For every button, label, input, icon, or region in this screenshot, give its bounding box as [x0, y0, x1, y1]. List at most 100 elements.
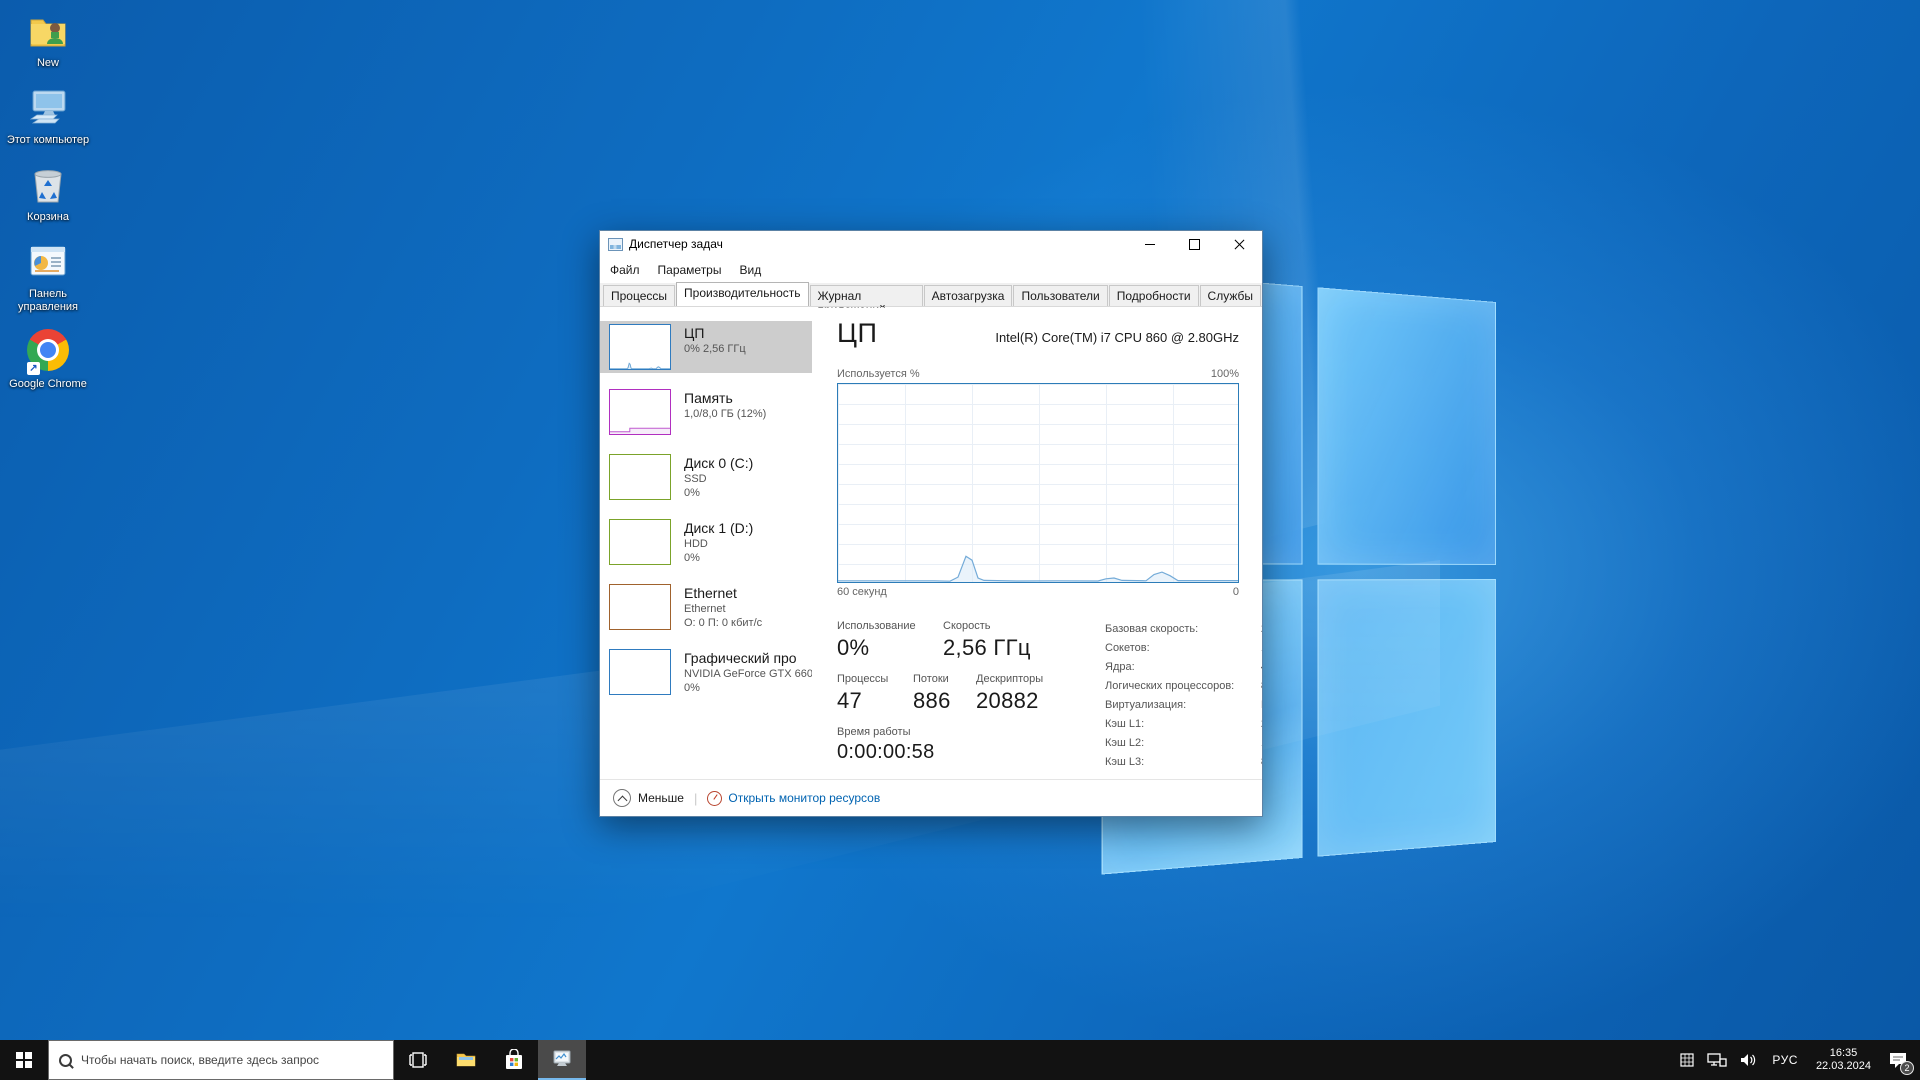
- computer-icon: [25, 85, 71, 131]
- desktop-icon-label: Этот компьютер: [6, 134, 90, 147]
- menu-file[interactable]: Файл: [601, 259, 649, 281]
- maximize-button[interactable]: [1172, 231, 1217, 257]
- uptime-label: Время работы: [837, 726, 935, 738]
- graph-metric-label: Используется %: [837, 368, 920, 380]
- task-manager-app-icon: [608, 238, 623, 251]
- clock[interactable]: 16:35 22.03.2024: [1807, 1040, 1880, 1080]
- sidebar-item-cpu[interactable]: ЦП 0% 2,56 ГГц: [600, 321, 812, 373]
- tab-services[interactable]: Службы: [1200, 285, 1261, 306]
- microsoft-store-button[interactable]: [490, 1040, 538, 1080]
- fewer-details-button[interactable]: Меньше: [638, 791, 684, 805]
- collapse-chevron-icon[interactable]: [613, 789, 631, 807]
- menu-view[interactable]: Вид: [730, 259, 770, 281]
- sidebar-disk1-usage: 0%: [684, 551, 753, 565]
- uptime-value: 0:00:00:58: [837, 741, 935, 764]
- sidebar-memory-title: Память: [684, 390, 766, 407]
- microsoft-store-icon: [504, 1049, 524, 1071]
- sidebar-disk1-title: Диск 1 (D:): [684, 520, 753, 537]
- desktop-icon-google-chrome[interactable]: ↗ Google Chrome: [6, 329, 90, 391]
- detail-label: Сокетов:: [1105, 639, 1150, 658]
- tab-users[interactable]: Пользователи: [1013, 285, 1107, 306]
- sidebar-item-gpu[interactable]: Графический про NVIDIA GeForce GTX 660 0…: [600, 646, 812, 698]
- desktop-icon-label: Корзина: [6, 211, 90, 224]
- detail-value: В...: [1261, 696, 1262, 715]
- detail-label: Базовая скорость:: [1105, 620, 1198, 639]
- clock-time: 16:35: [1816, 1047, 1871, 1060]
- detail-label: Кэш L3:: [1105, 753, 1144, 772]
- sidebar-gpu-title: Графический про: [684, 650, 812, 667]
- sidebar-gpu-usage: 0%: [684, 681, 812, 695]
- task-view-button[interactable]: [394, 1040, 442, 1080]
- desktop-icon-new-folder[interactable]: New: [6, 8, 90, 70]
- language-indicator[interactable]: РУС: [1763, 1040, 1807, 1080]
- speed-label: Скорость: [943, 620, 1093, 632]
- graph-zero-label: 0: [1233, 586, 1239, 598]
- handles-label: Дескрипторы: [976, 673, 1043, 685]
- desktop-icon-recycle-bin[interactable]: Корзина: [6, 162, 90, 224]
- desktop-icon-this-pc[interactable]: Этот компьютер: [6, 85, 90, 147]
- tab-startup[interactable]: Автозагрузка: [924, 285, 1013, 306]
- detail-value: 8: [1261, 677, 1262, 696]
- sidebar-gpu-name: NVIDIA GeForce GTX 660: [684, 667, 812, 681]
- detail-value: 1...: [1261, 734, 1262, 753]
- task-manager-taskbar-button[interactable]: [538, 1040, 586, 1080]
- footer-divider: |: [694, 791, 697, 806]
- processes-value: 47: [837, 688, 913, 714]
- tab-performance[interactable]: Производительность: [676, 282, 808, 306]
- detail-value: 2...: [1261, 620, 1262, 639]
- menu-options[interactable]: Параметры: [649, 259, 731, 281]
- tab-strip: Процессы Производительность Журнал прило…: [600, 283, 1262, 307]
- ethernet-thumbnail-graph: [609, 584, 671, 630]
- notification-badge: 2: [1900, 1061, 1914, 1075]
- search-input[interactable]: [81, 1053, 383, 1067]
- window-controls: [1127, 231, 1262, 257]
- control-panel-icon: [25, 239, 71, 285]
- cpu-panel: ЦП Intel(R) Core(TM) i7 CPU 860 @ 2.80GH…: [837, 308, 1239, 779]
- sidebar-item-disk0[interactable]: Диск 0 (C:) SSD 0%: [600, 451, 812, 503]
- desktop-icon-label: Google Chrome: [6, 378, 90, 391]
- open-resource-monitor-link[interactable]: Открыть монитор ресурсов: [728, 791, 880, 805]
- sidebar-item-ethernet[interactable]: Ethernet Ethernet О: 0 П: 0 кбит/с: [600, 581, 812, 633]
- tray-grid-icon: [1679, 1052, 1695, 1068]
- sidebar-cpu-title: ЦП: [684, 325, 746, 342]
- search-icon: [59, 1054, 72, 1067]
- minimize-button[interactable]: [1127, 231, 1172, 257]
- taskbar-search[interactable]: [48, 1040, 394, 1080]
- tab-processes[interactable]: Процессы: [603, 285, 675, 306]
- detail-value: 4: [1261, 658, 1262, 677]
- file-explorer-button[interactable]: [442, 1040, 490, 1080]
- window-titlebar[interactable]: Диспетчер задач: [600, 231, 1262, 257]
- volume-tray-button[interactable]: [1733, 1040, 1763, 1080]
- handles-value: 20882: [976, 688, 1043, 714]
- task-view-icon: [408, 1050, 428, 1070]
- usage-label: Использование: [837, 620, 943, 632]
- sidebar-item-disk1[interactable]: Диск 1 (D:) HDD 0%: [600, 516, 812, 568]
- action-center-button[interactable]: 2: [1880, 1040, 1920, 1080]
- desktop: New Этот компьютер Корзина Панель управл…: [0, 0, 1920, 1080]
- start-button[interactable]: [0, 1040, 48, 1080]
- chrome-icon: ↗: [25, 329, 71, 375]
- close-button[interactable]: [1217, 231, 1262, 257]
- sidebar-memory-subtitle: 1,0/8,0 ГБ (12%): [684, 407, 766, 421]
- user-folder-icon: [25, 8, 71, 54]
- sidebar-item-memory[interactable]: Память 1,0/8,0 ГБ (12%): [600, 386, 812, 438]
- performance-sidebar: ЦП 0% 2,56 ГГц Память 1,0/8,0 ГБ (12%): [600, 308, 812, 779]
- task-manager-icon: [551, 1048, 573, 1070]
- desktop-icon-label: Панель управления: [6, 288, 90, 314]
- processes-label: Процессы: [837, 673, 913, 685]
- detail-label: Кэш L2:: [1105, 734, 1144, 753]
- tray-grid-button[interactable]: [1673, 1040, 1701, 1080]
- taskbar: РУС 16:35 22.03.2024 2: [0, 1040, 1920, 1080]
- graph-max-label: 100%: [1211, 368, 1239, 380]
- cpu-stats: Использование 0% Скорость 2,56 ГГц Проце…: [837, 608, 1239, 772]
- recycle-bin-icon: [25, 162, 71, 208]
- tab-app-history[interactable]: Журнал приложений: [810, 285, 923, 306]
- sidebar-ethernet-title: Ethernet: [684, 585, 762, 602]
- detail-label: Ядра:: [1105, 658, 1135, 677]
- tab-details[interactable]: Подробности: [1109, 285, 1199, 306]
- sidebar-cpu-subtitle: 0% 2,56 ГГц: [684, 342, 746, 356]
- gpu-thumbnail-graph: [609, 649, 671, 695]
- desktop-icon-control-panel[interactable]: Панель управления: [6, 239, 90, 314]
- detail-label: Логических процессоров:: [1105, 677, 1234, 696]
- network-tray-button[interactable]: [1701, 1040, 1733, 1080]
